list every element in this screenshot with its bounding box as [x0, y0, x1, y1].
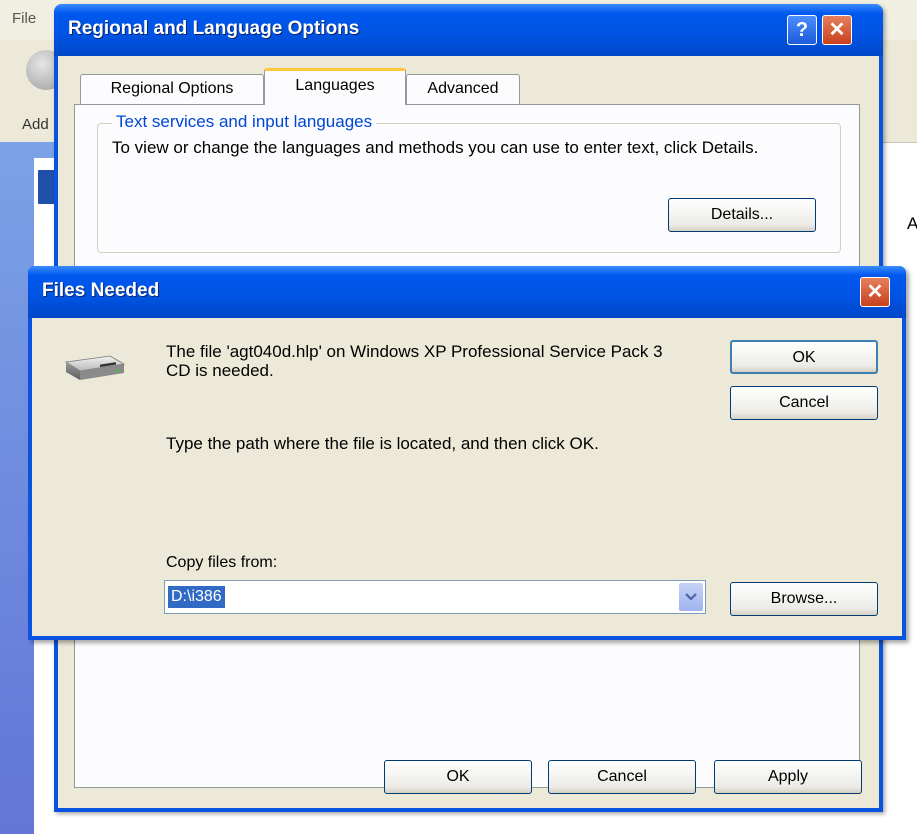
files-needed-close-button[interactable]: ✕: [860, 277, 890, 307]
files-needed-title: Files Needed: [42, 280, 160, 301]
close-icon: ✕: [866, 281, 884, 303]
copy-files-from-combobox[interactable]: D:\i386: [164, 580, 706, 614]
text-services-groupbox: Text services and input languages To vie…: [97, 112, 841, 253]
apply-button[interactable]: Apply: [714, 760, 862, 794]
tab-advanced[interactable]: Advanced: [406, 74, 520, 104]
files-needed-body: The file 'agt040d.hlp' on Windows XP Pro…: [32, 318, 902, 636]
help-icon: ?: [795, 19, 809, 41]
groupbox-description: To view or change the languages and meth…: [112, 138, 759, 157]
help-button[interactable]: ?: [787, 15, 817, 45]
groupbox-legend: Text services and input languages: [112, 112, 377, 132]
regional-close-button[interactable]: ✕: [822, 15, 852, 45]
cd-drive-icon: [64, 355, 126, 380]
background-address-label: Add: [22, 116, 49, 133]
files-needed-dialog: Files Needed ✕ The file 'agt040d.hlp' on…: [28, 266, 906, 640]
cancel-button[interactable]: Cancel: [548, 760, 696, 794]
chevron-down-icon: [685, 593, 697, 601]
regional-dialog-titlebar[interactable]: Regional and Language Options ? ✕: [54, 4, 883, 56]
dropdown-button[interactable]: [679, 583, 703, 611]
path-instruction: Type the path where the file is located,…: [166, 434, 599, 453]
files-needed-cancel-button[interactable]: Cancel: [730, 386, 878, 420]
tab-regional-options[interactable]: Regional Options: [80, 74, 264, 104]
ok-button[interactable]: OK: [384, 760, 532, 794]
files-needed-titlebar[interactable]: Files Needed ✕: [28, 266, 906, 318]
path-value[interactable]: D:\i386: [168, 586, 225, 608]
missing-file-message: The file 'agt040d.hlp' on Windows XP Pro…: [166, 342, 663, 380]
background-menu-file[interactable]: File: [12, 10, 36, 27]
details-button[interactable]: Details...: [668, 198, 816, 232]
regional-dialog-title: Regional and Language Options: [68, 18, 360, 39]
browse-button[interactable]: Browse...: [730, 582, 878, 616]
copy-files-from-label: Copy files from:: [166, 554, 278, 571]
background-text-fragment: A: [907, 214, 917, 233]
tab-languages[interactable]: Languages: [264, 68, 406, 105]
files-needed-ok-button[interactable]: OK: [730, 340, 878, 374]
close-icon: ✕: [828, 19, 846, 41]
